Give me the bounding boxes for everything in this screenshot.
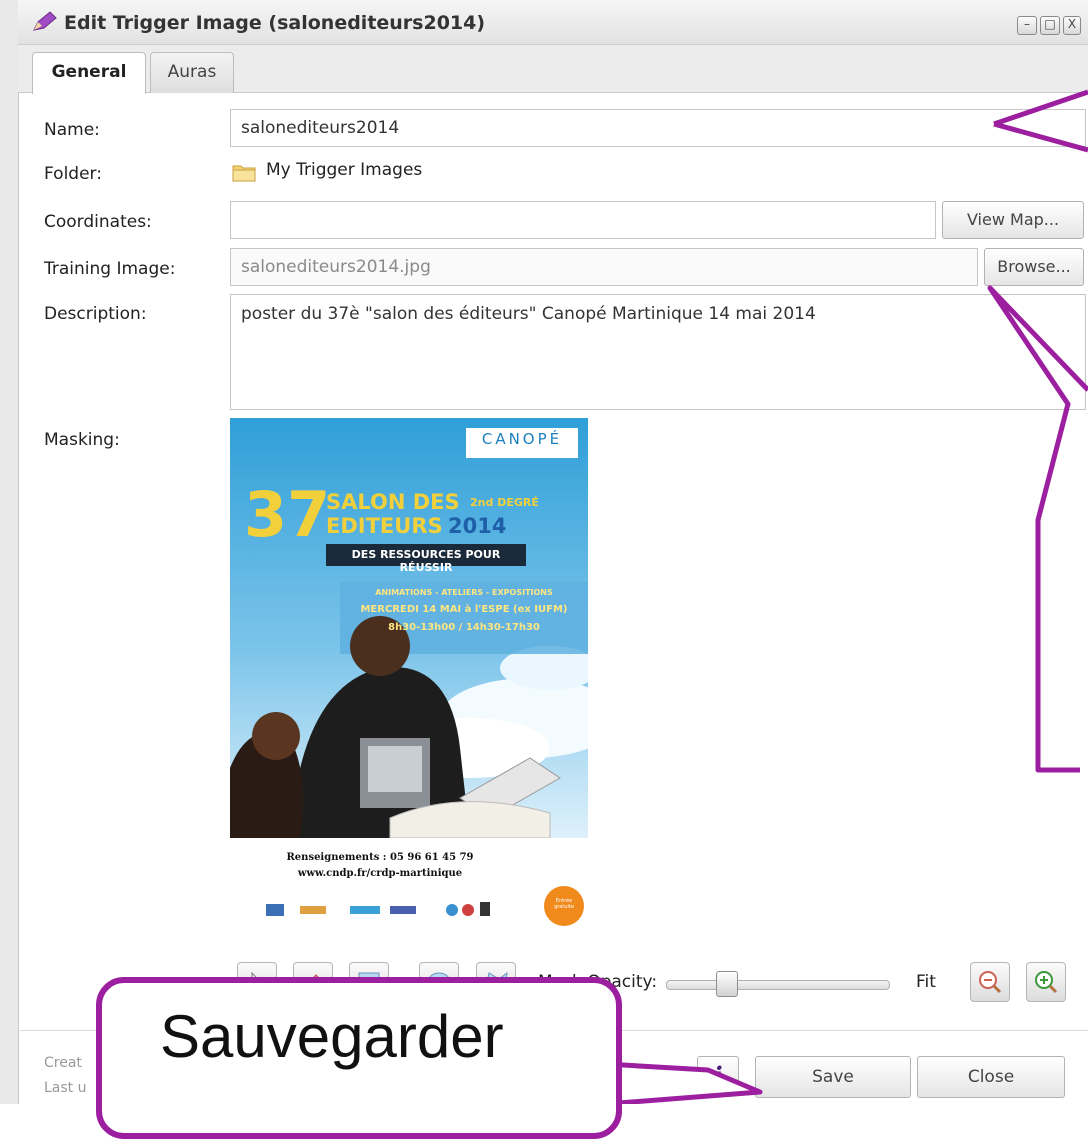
browse-callout-pointer [987, 285, 1088, 773]
name-callout-pointer [993, 89, 1088, 153]
annotation-overlay [605, 89, 1088, 1104]
save-callout-text: Sauvegarder [160, 1003, 504, 1070]
save-callout-pointer [605, 1061, 763, 1104]
